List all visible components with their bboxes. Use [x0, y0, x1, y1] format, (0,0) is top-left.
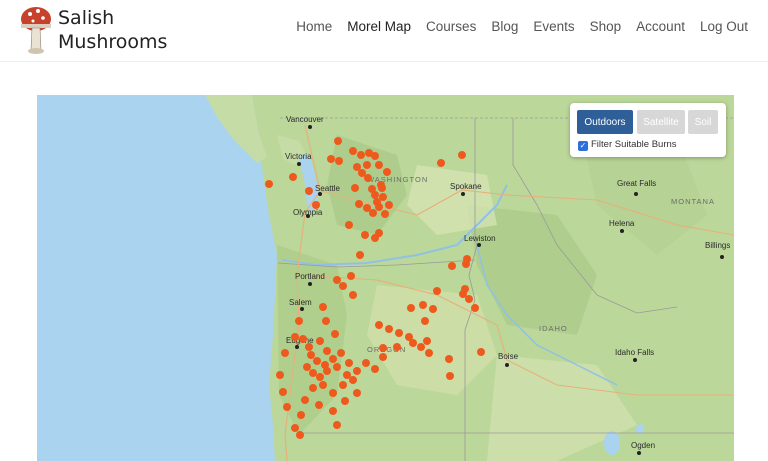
nav-morel-map[interactable]: Morel Map	[347, 19, 411, 34]
brand-line-1: Salish	[58, 7, 115, 29]
nav-courses[interactable]: Courses	[426, 19, 476, 34]
helena-marker-icon	[620, 229, 624, 233]
nav-log-out[interactable]: Log Out	[700, 19, 748, 34]
nav-home[interactable]: Home	[296, 19, 332, 34]
morel-map[interactable]: Vancouver Victoria Seattle Olympia Portl…	[37, 95, 734, 461]
eugene-marker-icon	[295, 345, 299, 349]
city-label: Vancouver	[286, 115, 324, 124]
lewiston-marker-icon	[477, 243, 481, 247]
filter-burns-checkbox[interactable]: ✓	[578, 141, 588, 151]
billings-marker-icon	[720, 255, 724, 259]
state-label: WASHINGTON	[367, 175, 429, 184]
site-header: Salish Mushrooms Home Morel Map Courses …	[0, 0, 768, 62]
city-label: Portland	[295, 272, 325, 281]
nav-blog[interactable]: Blog	[491, 19, 518, 34]
nav-events[interactable]: Events	[533, 19, 574, 34]
victoria-marker-icon	[297, 162, 301, 166]
layer-soil-button[interactable]: Soil	[688, 110, 718, 134]
city-label: Idaho Falls	[615, 348, 655, 357]
city-label: Ogden	[631, 441, 656, 450]
brand-line-2: Mushrooms	[58, 31, 168, 53]
salem-marker-icon	[300, 307, 304, 311]
city-label: Seattle	[315, 184, 340, 193]
boise-marker-icon	[505, 363, 509, 367]
nav-shop[interactable]: Shop	[590, 19, 622, 34]
city-label: Victoria	[285, 152, 312, 161]
state-label: MONTANA	[671, 197, 715, 206]
brand-name[interactable]: Salish Mushrooms	[58, 6, 167, 54]
vancouver-marker-icon	[308, 125, 312, 129]
state-label: IDAHO	[539, 324, 568, 333]
city-label: Eugene	[286, 336, 314, 345]
city-label: Helena	[609, 219, 635, 228]
layer-satellite-button[interactable]: Satellite	[637, 110, 685, 134]
city-label: Spokane	[450, 182, 482, 191]
city-label: Great Falls	[617, 179, 657, 188]
idaho-falls-marker-icon	[633, 358, 637, 362]
city-label: Lewiston	[464, 234, 496, 243]
great-falls-marker-icon	[634, 192, 638, 196]
city-label: Salem	[289, 298, 312, 307]
mushroom-logo-icon[interactable]	[18, 2, 54, 58]
filter-burns-label[interactable]: Filter Suitable Burns	[591, 139, 677, 150]
nav-account[interactable]: Account	[636, 19, 685, 34]
spokane-marker-icon	[461, 192, 465, 196]
portland-marker-icon	[308, 282, 312, 286]
main-nav: Home Morel Map Courses Blog Events Shop …	[281, 19, 748, 34]
city-label: Boise	[498, 352, 519, 361]
city-label: Billings	[705, 241, 731, 250]
map-layer-control: Outdoors Satellite Soil ✓ Filter Suitabl…	[570, 103, 726, 157]
city-label: Olympia	[293, 208, 323, 217]
state-label: OREGON	[367, 345, 407, 354]
layer-outdoors-button[interactable]: Outdoors	[577, 110, 633, 134]
ogden-marker-icon	[637, 451, 641, 455]
